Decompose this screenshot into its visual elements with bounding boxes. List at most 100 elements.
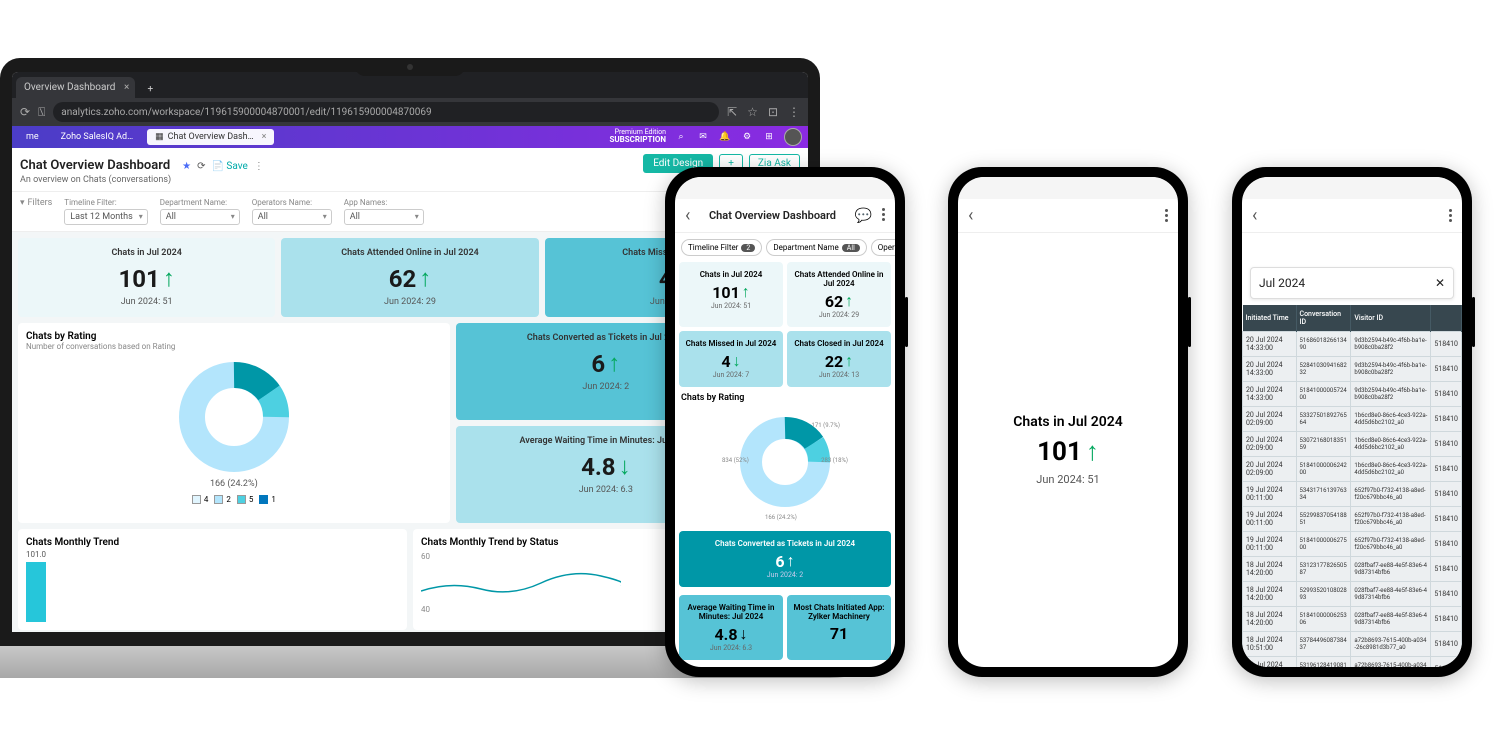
line-chart <box>421 561 621 601</box>
table-cell: 5312317782650587 <box>1296 557 1351 582</box>
bell-icon[interactable]: 🔔 <box>718 130 732 144</box>
table-row[interactable]: 18 Jul 2024 14:20:005312317782650587028f… <box>1243 557 1462 582</box>
table-cell: 518410 <box>1431 632 1462 657</box>
tab-title: Overview Dashboard <box>24 82 115 93</box>
close-icon[interactable]: ✕ <box>1435 276 1445 290</box>
table-cell: a72b8693-7615-400b-a034-26c8981d3b77_a0 <box>1351 657 1431 668</box>
p1-rating-card[interactable]: Chats by Rating 171 (9.7%) 283 (18%) 834… <box>675 387 895 527</box>
arrow-up-icon: ↑ <box>608 349 620 378</box>
back-icon[interactable]: ‹ <box>968 205 973 226</box>
chip-department[interactable]: Department NameAll <box>766 239 866 256</box>
grid-icon[interactable]: ⊞ <box>762 130 776 144</box>
share-icon[interactable]: ⇱ <box>727 105 737 119</box>
col-extra[interactable] <box>1431 305 1462 332</box>
url-input[interactable]: analytics.zoho.com/workspace/11961590000… <box>53 102 719 122</box>
avatar[interactable] <box>784 128 802 146</box>
table-row[interactable]: 19 Jul 2024 00:11:005184100000627500652f… <box>1243 532 1462 557</box>
nav-tab-active[interactable]: ▦ Chat Overview Dash… × <box>147 129 274 145</box>
table-cell: 518410 <box>1431 557 1462 582</box>
p1-kpi-missed[interactable]: Chats Missed in Jul 2024 4↓ Jun 2024: 7 <box>679 331 783 387</box>
refresh-icon[interactable]: ⟳ <box>197 161 205 172</box>
chip-operators[interactable]: Operators NameAll <box>871 239 895 256</box>
save-button[interactable]: 📄 Save <box>211 161 247 172</box>
browser-url-bar: ⟳ ⍂ analytics.zoho.com/workspace/1196159… <box>12 98 808 126</box>
filter-department[interactable]: All <box>160 209 240 225</box>
search-icon[interactable]: ⌕ <box>674 130 688 144</box>
chats-by-rating-card[interactable]: Chats by Rating Number of conversations … <box>18 323 450 523</box>
phone-body[interactable]: Timeline Filter2 Department NameAll Oper… <box>675 233 895 667</box>
table-cell: 652f97b0-f732-4138-a8ed-f20c679bbc46_a0 <box>1351 532 1431 557</box>
table-row[interactable]: 18 Jul 2024 14:20:005184100000625306028f… <box>1243 607 1462 632</box>
kpi-attended[interactable]: Chats Attended Online in Jul 2024 62↑ Ju… <box>281 238 538 317</box>
nav-workspace[interactable]: Zoho SalesIQ Ad… <box>53 129 141 145</box>
table-cell: 1b6cd8e0-86c6-4ce3-922a-4dd5d6bc2102_a0 <box>1351 407 1431 432</box>
table-cell: 20 Jul 2024 02:09:00 <box>1243 407 1297 432</box>
table-row[interactable]: 20 Jul 2024 02:09:0051841000006242001b6c… <box>1243 457 1462 482</box>
star-icon[interactable]: ☆ <box>747 105 758 119</box>
table-row[interactable]: 20 Jul 2024 02:09:0053327501892765641b6c… <box>1243 407 1462 432</box>
comment-icon[interactable]: 💬 <box>855 208 872 224</box>
chats-monthly-trend[interactable]: Chats Monthly Trend 101.0 <box>18 529 407 630</box>
table-cell: 5332750189276564 <box>1296 407 1351 432</box>
filter-apps[interactable]: All <box>344 209 424 225</box>
kpi-chats[interactable]: Chats in Jul 2024 101↑ Jun 2024: 51 <box>18 238 275 317</box>
table-row[interactable]: 19 Jul 2024 00:11:005343171613976334652f… <box>1243 482 1462 507</box>
table-cell: 518410 <box>1431 582 1462 607</box>
table-cell: 20 Jul 2024 02:09:00 <box>1243 432 1297 457</box>
close-tab-icon[interactable]: × <box>262 132 267 142</box>
refresh-icon[interactable]: ⟳ <box>20 105 30 119</box>
phone-status-bar <box>1242 177 1462 199</box>
p1-kpi-attended[interactable]: Chats Attended Online in Jul 2024 62↑ Ju… <box>787 262 891 327</box>
table-cell: 5184100000625306 <box>1296 607 1351 632</box>
browser-tab[interactable]: Overview Dashboard × <box>16 77 135 98</box>
more-icon[interactable]: ⋮ <box>254 161 264 172</box>
back-icon[interactable]: ‹ <box>685 205 690 226</box>
chip-timeline[interactable]: Timeline Filter2 <box>681 239 762 256</box>
sheet-header[interactable]: Jul 2024 ✕ <box>1250 267 1454 299</box>
phone-status-bar <box>675 177 895 199</box>
nav-home[interactable]: me <box>18 129 47 145</box>
filter-timeline[interactable]: Last 12 Months <box>64 209 147 225</box>
p1-kpi-closed[interactable]: Chats Closed in Jul 2024 22↑ Jun 2024: 1… <box>787 331 891 387</box>
phone-body[interactable]: Jul 2024 ✕ Initiated Time Conversation I… <box>1242 233 1462 667</box>
close-icon[interactable]: × <box>124 82 129 93</box>
more-icon[interactable] <box>1449 209 1452 222</box>
table-cell: 518410 <box>1431 507 1462 532</box>
table-cell: 9d3b2594-b49c-4f6b-ba1e-b908c0ba28f2 <box>1351 357 1431 382</box>
gear-icon[interactable]: ⚙ <box>740 130 754 144</box>
table-row[interactable]: 18 Jul 2024 14:20:005299352010802893028f… <box>1243 582 1462 607</box>
phone-body[interactable]: Chats in Jul 2024 101↑ Jun 2024: 51 <box>958 233 1178 667</box>
table-row[interactable]: 18 Jul 2024 10:51:005319612841908115a72b… <box>1243 657 1462 668</box>
star-icon[interactable]: ★ <box>182 161 191 172</box>
table-row[interactable]: 20 Jul 2024 14:33:0051841000005724009d3b… <box>1243 382 1462 407</box>
table-header-row: Initiated Time Conversation ID Visitor I… <box>1243 305 1462 332</box>
table-row[interactable]: 20 Jul 2024 14:33:0051686018266134909d3b… <box>1243 332 1462 357</box>
filters-toggle[interactable]: ▾Filters <box>20 198 52 208</box>
arrow-up-icon: ↑ <box>1086 436 1099 467</box>
extension-icon[interactable]: ⊡ <box>768 105 778 119</box>
menu-icon[interactable]: ⋮ <box>788 105 800 119</box>
p1-converted[interactable]: Chats Converted as Tickets in Jul 2024 6… <box>679 531 891 587</box>
col-initiated[interactable]: Initiated Time <box>1243 305 1297 332</box>
p1-avg-wait[interactable]: Average Waiting Time in Minutes: Jul 202… <box>679 595 783 660</box>
p1-most-chats[interactable]: Most Chats Initiated App: Zylker Machine… <box>787 595 891 660</box>
col-visitor[interactable]: Visitor ID <box>1351 305 1431 332</box>
table-row[interactable]: 18 Jul 2024 10:51:005378449608738437a72b… <box>1243 632 1462 657</box>
arrow-up-icon: ↑ <box>163 264 175 293</box>
mail-icon[interactable]: ✉ <box>696 130 710 144</box>
back-icon[interactable]: ‹ <box>1252 205 1257 226</box>
lock-icon[interactable]: ⍂ <box>38 105 45 120</box>
table-row[interactable]: 19 Jul 2024 00:11:005529983705418851652f… <box>1243 507 1462 532</box>
more-icon[interactable] <box>1165 209 1168 222</box>
col-conversation[interactable]: Conversation ID <box>1296 305 1351 332</box>
more-icon[interactable] <box>882 208 885 224</box>
filter-timeline-label: Timeline Filter: <box>64 198 147 207</box>
table-row[interactable]: 20 Jul 2024 02:09:0053072168018351591b6c… <box>1243 432 1462 457</box>
table-row[interactable]: 20 Jul 2024 14:33:0052841030941682329d3b… <box>1243 357 1462 382</box>
table-cell: 19 Jul 2024 00:11:00 <box>1243 507 1297 532</box>
p1-kpi-chats[interactable]: Chats in Jul 2024 101↑ Jun 2024: 51 <box>679 262 783 327</box>
new-tab-button[interactable]: + <box>141 80 159 98</box>
url-text: analytics.zoho.com/workspace/11961590000… <box>61 107 431 118</box>
phone-status-bar <box>958 177 1178 199</box>
filter-operators[interactable]: All <box>252 209 332 225</box>
